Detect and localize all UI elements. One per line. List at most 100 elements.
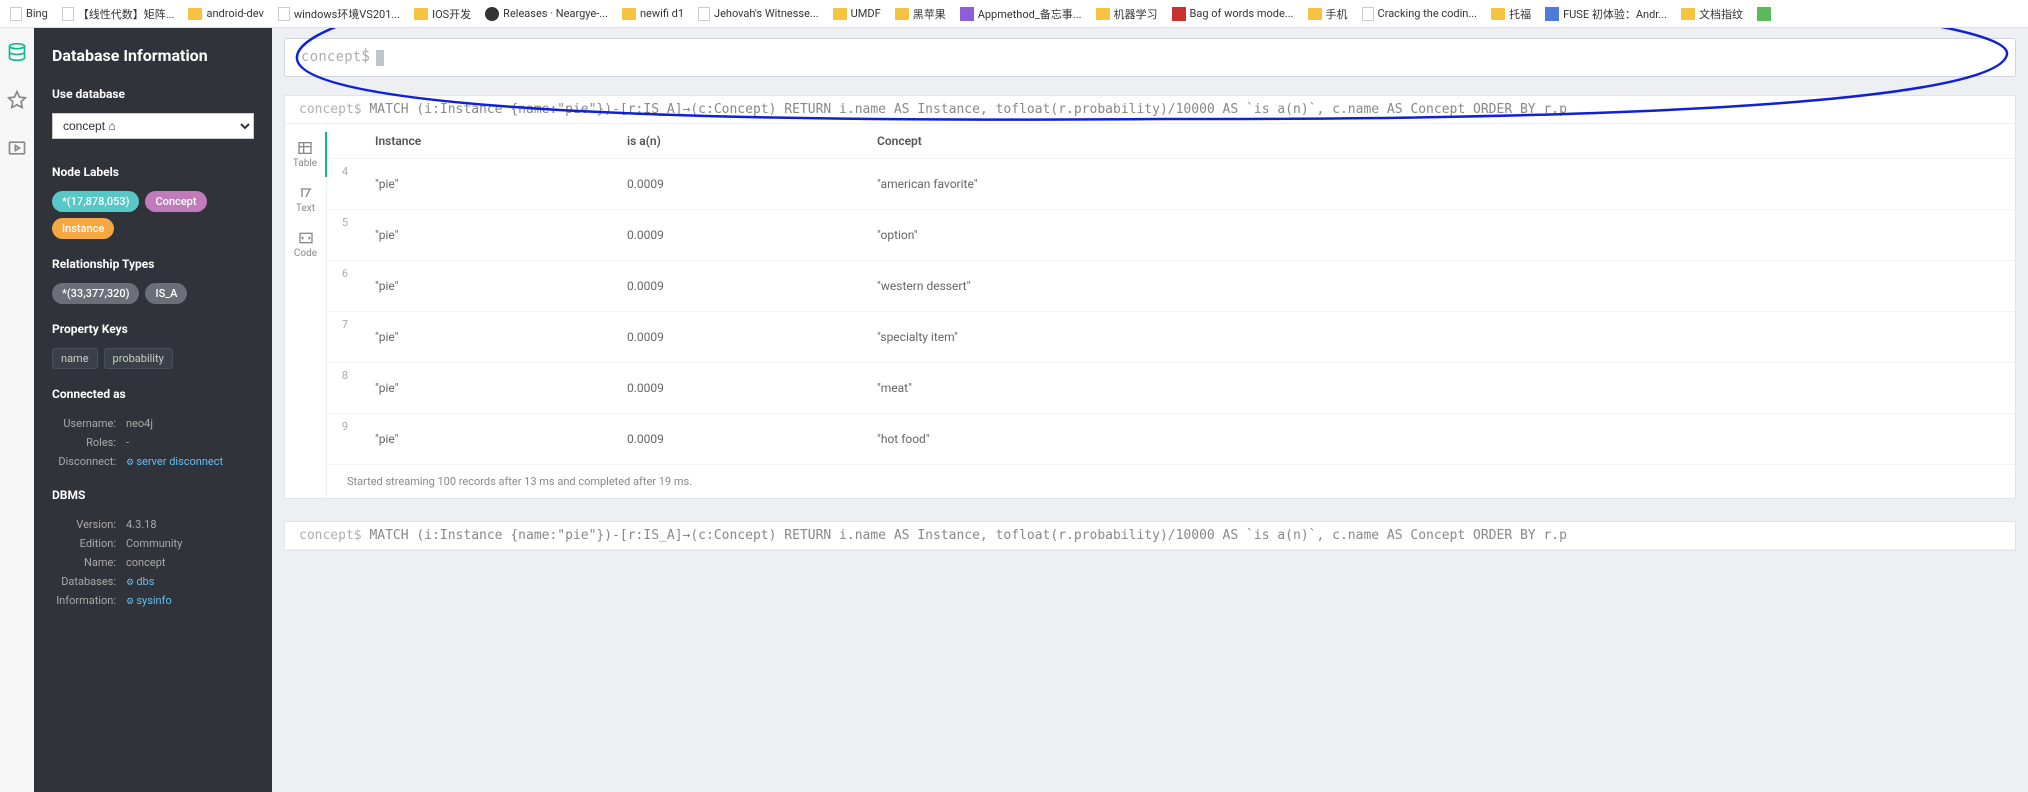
row-index: 8 [327,369,363,382]
table-row[interactable]: 8 "pie" 0.0009 "meat" [327,363,2015,414]
query-text: MATCH (i:Instance {name:"pie"})-[r:IS_A]… [369,102,1566,117]
query-text-2: MATCH (i:Instance {name:"pie"})-[r:IS_A]… [369,528,1566,543]
bookmark-item[interactable]: IOS开发 [408,3,477,25]
dbs-link[interactable]: dbs [126,575,154,588]
database-select[interactable]: concept ⌂ [52,113,254,139]
label-pill[interactable]: *(33,377,320) [52,283,139,304]
bookmark-item[interactable]: Bing [4,4,54,24]
bookmark-label: 托福 [1509,6,1531,22]
cell-isa: 0.0009 [627,279,877,293]
column-concept[interactable]: Concept [877,134,2015,148]
folder-icon [1096,8,1110,20]
bookmark-item[interactable]: 【线性代数】矩阵... [56,3,181,25]
connection-info: Username:neo4j Roles:- Disconnect:server… [52,413,254,472]
bookmark-item[interactable]: FUSE 初体验：Andr... [1539,3,1673,25]
left-rail [0,28,34,792]
conn-username: neo4j [126,415,252,432]
row-index: 9 [327,420,363,433]
table-row[interactable]: 4 "pie" 0.0009 "american favorite" [327,159,2015,210]
page-icon [1362,7,1374,21]
cell-concept: "meat" [877,381,2015,395]
bookmark-item[interactable]: Releases · Neargye-... [479,4,614,24]
bookmark-label: android-dev [206,7,263,20]
bookmark-item[interactable]: 黑苹果 [889,3,952,25]
bookmark-item[interactable]: Cracking the codin... [1356,4,1484,24]
sidebar: Database Information Use database concep… [34,28,272,792]
dbms-name: concept [126,554,252,571]
table-row[interactable]: 9 "pie" 0.0009 "hot food" [327,414,2015,465]
table-row[interactable]: 5 "pie" 0.0009 "option" [327,210,2015,261]
dbms-version: 4.3.18 [126,516,252,533]
cell-instance: "pie" [327,177,627,191]
bookmark-label: 【线性代数】矩阵... [78,6,175,22]
github-icon [485,7,499,21]
command-input[interactable]: concept$ [284,38,2016,77]
server-disconnect-link[interactable]: server disconnect [126,455,223,468]
bookmark-item[interactable]: android-dev [182,4,269,23]
bookmark-item[interactable]: Appmethod_备忘事... [954,3,1088,25]
bookmark-item[interactable]: Jehovah's Witnesse... [692,4,825,24]
cell-instance: "pie" [327,279,627,293]
bookmark-item[interactable]: 托福 [1485,3,1537,25]
node-labels-heading: Node Labels [52,165,254,179]
bookmark-item[interactable] [1751,4,1781,24]
bookmark-label: 文档指纹 [1699,6,1743,22]
row-index: 7 [327,318,363,331]
property-keys-list: name probability [52,348,254,369]
bookmark-item[interactable]: 手机 [1302,3,1354,25]
bookmark-label: newifi d1 [640,7,684,20]
query-header-2[interactable]: concept$ MATCH (i:Instance {name:"pie"})… [285,522,2015,550]
label-pill[interactable]: IS_A [145,283,187,304]
query-result-block-2: concept$ MATCH (i:Instance {name:"pie"})… [284,521,2016,551]
tab-table[interactable]: Table [286,132,327,177]
bookmark-item[interactable]: UMDF [827,4,887,23]
app-icon [1172,7,1186,21]
bookmark-label: Appmethod_备忘事... [978,6,1082,22]
bookmark-item[interactable]: newifi d1 [616,4,690,23]
connected-as-heading: Connected as [52,387,254,401]
sidebar-title: Database Information [52,46,254,65]
star-icon[interactable] [7,90,27,110]
tab-code[interactable]: Code [285,222,326,267]
database-icon[interactable] [7,42,27,62]
cell-concept: "hot food" [877,432,2015,446]
cell-instance: "pie" [327,381,627,395]
bookmark-label: UMDF [851,7,881,20]
app-icon [960,7,974,21]
bookmark-item[interactable]: Bag of words mode... [1166,4,1300,24]
query-header[interactable]: concept$ MATCH (i:Instance {name:"pie"})… [285,96,2015,124]
cell-isa: 0.0009 [627,330,877,344]
cell-concept: "specialty item" [877,330,2015,344]
property-key-pill[interactable]: name [52,348,98,369]
folder-icon [1681,8,1695,20]
cell-instance: "pie" [327,228,627,242]
app-icon [1757,7,1771,21]
sysinfo-link[interactable]: sysinfo [126,594,172,607]
page-icon [278,7,290,21]
row-index: 6 [327,267,363,280]
bookmark-label: windows环境VS201... [294,6,400,22]
page-icon [698,7,710,21]
table-row[interactable]: 7 "pie" 0.0009 "specialty item" [327,312,2015,363]
relationship-types-list: *(33,377,320) IS_A [52,283,254,304]
cell-instance: "pie" [327,330,627,344]
conn-roles: - [126,434,252,451]
label-pill[interactable]: *(17,878,053) [52,191,139,212]
bookmark-label: FUSE 初体验：Andr... [1563,6,1667,22]
page-icon [62,7,74,21]
label-pill[interactable]: Instance [52,218,114,239]
projects-icon[interactable] [7,138,27,158]
column-isa[interactable]: is a(n) [627,134,877,148]
bookmark-item[interactable]: windows环境VS201... [272,3,406,25]
label-pill[interactable]: Concept [145,191,206,212]
column-instance[interactable]: Instance [327,134,627,148]
bookmark-item[interactable]: 机器学习 [1090,3,1164,25]
cell-instance: "pie" [327,432,627,446]
tab-text[interactable]: Text [285,177,326,222]
relationship-types-heading: Relationship Types [52,257,254,271]
property-key-pill[interactable]: probability [104,348,173,369]
bookmark-label: Bing [26,7,48,20]
table-row[interactable]: 6 "pie" 0.0009 "western dessert" [327,261,2015,312]
app-icon [1545,7,1559,21]
bookmark-item[interactable]: 文档指纹 [1675,3,1749,25]
